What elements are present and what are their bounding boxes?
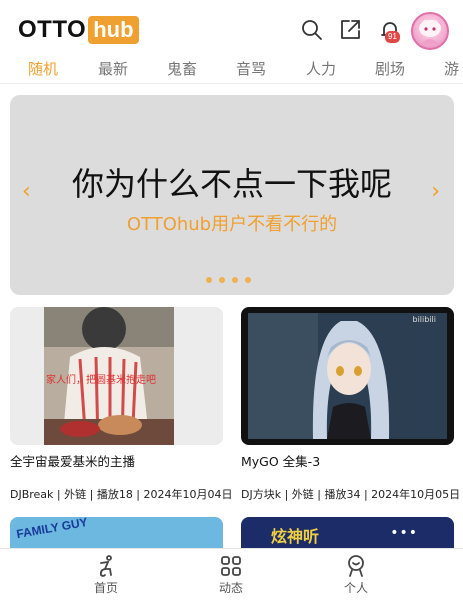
- tab-random[interactable]: 随机: [28, 58, 58, 79]
- share-icon[interactable]: [338, 18, 362, 42]
- nav-profile[interactable]: 个人: [326, 554, 386, 596]
- nav-feed-label: 动态: [218, 581, 243, 595]
- chevron-right-icon[interactable]: ›: [431, 181, 440, 203]
- carousel-indicator: [206, 277, 251, 283]
- thumbnail-caption: 家人们，把圆基米抱走吧: [46, 375, 156, 386]
- nav-profile-label: 个人: [343, 581, 368, 595]
- video-meta: DJBreak | 外链 | 播放18 | 2024年10月04日: [10, 488, 232, 501]
- nav-home[interactable]: 首页: [76, 554, 136, 596]
- tab-yinma[interactable]: 音骂: [236, 58, 266, 79]
- carousel-dot[interactable]: [219, 277, 225, 283]
- banner-carousel[interactable]: ‹ 你为什么不点一下我呢 OTTOhub用户不看不行的 ›: [10, 95, 454, 295]
- thumbnail-caption: FAMILY GUY: [15, 517, 89, 542]
- video-card[interactable]: 家人们，把圆基米抱走吧 全宇宙最爱基米的主播 DJBreak | 外链 | 播放…: [10, 307, 232, 502]
- notification-badge: 91: [385, 31, 400, 43]
- carousel-dot[interactable]: [206, 277, 212, 283]
- video-meta: DJ方块k | 外链 | 播放34 | 2024年10月05日: [241, 488, 461, 501]
- video-thumbnail[interactable]: 家人们，把圆基米抱走吧: [10, 307, 223, 445]
- search-icon[interactable]: [300, 18, 324, 42]
- banner-title: 你为什么不点一下我呢: [71, 165, 392, 203]
- avatar-image: [418, 19, 442, 44]
- category-tabs: 随机 最新 鬼畜 音骂 人力 剧场 游: [0, 56, 463, 84]
- video-card[interactable]: bilibili MyGO 全集-3 DJ方块k | 外链 | 播放34 | 2…: [241, 307, 460, 502]
- app-logo[interactable]: OTTO hub: [18, 16, 139, 44]
- tab-latest[interactable]: 最新: [98, 58, 128, 79]
- person-icon: [348, 555, 364, 577]
- tab-renli[interactable]: 人力: [306, 58, 336, 79]
- grid-icon: [221, 556, 241, 576]
- video-title[interactable]: MyGO 全集-3: [241, 451, 454, 470]
- video-thumbnail-image: [248, 313, 447, 439]
- carousel-dot[interactable]: [232, 277, 238, 283]
- tab-games[interactable]: 游: [444, 58, 459, 79]
- logo-badge: hub: [88, 16, 139, 44]
- video-title[interactable]: 全宇宙最爱基米的主播: [10, 451, 223, 470]
- nav-feed[interactable]: 动态: [201, 554, 261, 596]
- tab-theater[interactable]: 剧场: [375, 58, 405, 79]
- tab-kichiku[interactable]: 鬼畜: [167, 58, 197, 79]
- thumbnail-watermark: bilibili: [412, 315, 437, 324]
- avatar[interactable]: [411, 12, 449, 50]
- video-thumbnail[interactable]: bilibili: [241, 307, 454, 445]
- thumbnail-caption: 炫神听: [271, 527, 320, 546]
- logo-text: OTTO: [18, 16, 87, 43]
- app-header: OTTO hub 91: [0, 0, 463, 56]
- nav-home-label: 首页: [93, 581, 118, 595]
- home-icon: [99, 555, 112, 577]
- carousel-dot[interactable]: [245, 277, 251, 283]
- bottom-navigation: 首页 动态 个人: [0, 548, 463, 600]
- banner-subtitle: OTTOhub用户不看不行的: [126, 214, 338, 235]
- more-icon[interactable]: •••: [390, 525, 418, 541]
